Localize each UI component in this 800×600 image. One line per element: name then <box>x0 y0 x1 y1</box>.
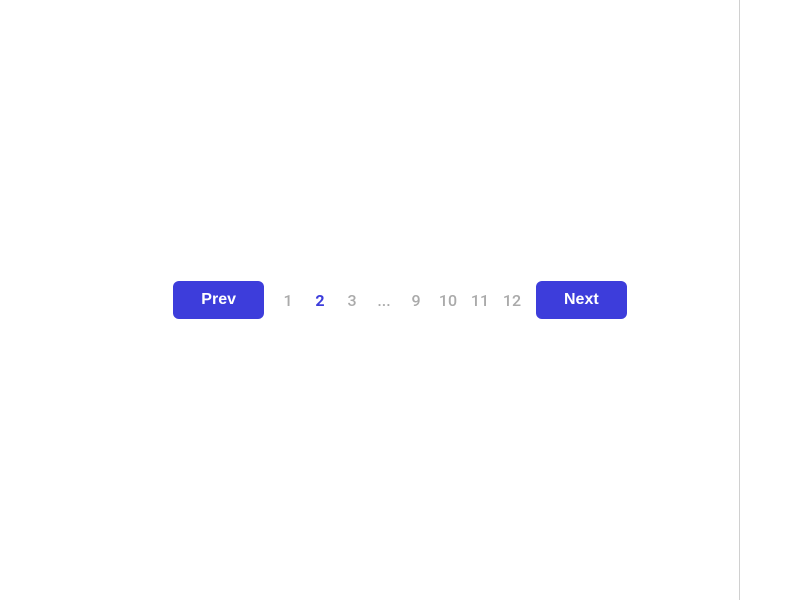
ellipsis: ... <box>368 284 400 316</box>
page-item[interactable]: 1 <box>272 284 304 316</box>
vertical-divider <box>739 0 740 600</box>
page-item[interactable]: 3 <box>336 284 368 316</box>
page-item[interactable]: 12 <box>496 284 528 316</box>
next-button[interactable]: Next <box>536 281 627 319</box>
page-item[interactable]: 10 <box>432 284 464 316</box>
page-item[interactable]: 9 <box>400 284 432 316</box>
prev-button[interactable]: Prev <box>173 281 264 319</box>
pagination-nav: Prev 123...9101112 Next <box>173 281 626 319</box>
page-item-active[interactable]: 2 <box>304 284 336 316</box>
page-item[interactable]: 11 <box>464 284 496 316</box>
page-numbers: 123...9101112 <box>272 284 528 316</box>
